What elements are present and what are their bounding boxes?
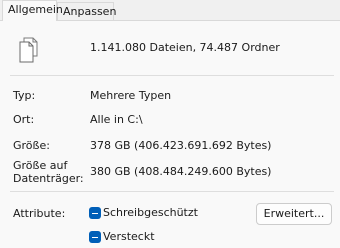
hidden-label[interactable]: Versteckt [103, 230, 155, 243]
type-label: Typ: [13, 89, 36, 102]
tab-bar: Allgemein Anpassen [0, 0, 340, 21]
disk-size-value: 380 GB (408.484.249.600 Bytes) [90, 165, 272, 178]
readonly-checkbox[interactable] [89, 207, 101, 219]
file-folder-count: 1.141.080 Dateien, 74.487 Ordner [90, 41, 280, 54]
advanced-button-label: Erweitert... [263, 207, 325, 220]
disk-size-label: Größe auf Datenträger: [13, 159, 84, 185]
disk-size-label-line2: Datenträger: [13, 172, 84, 185]
tab-allgemein-label: Allgemein [8, 3, 63, 16]
tab-anpassen-label: Anpassen [63, 5, 117, 18]
readonly-label[interactable]: Schreibgeschützt [103, 206, 198, 219]
attributes-label: Attribute: [13, 207, 66, 220]
tab-allgemein[interactable]: Allgemein [2, 0, 63, 21]
type-value: Mehrere Typen [90, 89, 172, 102]
advanced-button[interactable]: Erweitert... [256, 203, 332, 225]
divider [10, 75, 334, 76]
properties-panel: 1.141.080 Dateien, 74.487 Ordner Typ: Me… [0, 20, 340, 248]
size-value: 378 GB (406.423.691.692 Bytes) [90, 139, 272, 152]
size-label: Größe: [13, 139, 50, 152]
multiple-files-icon [19, 37, 38, 63]
location-label: Ort: [13, 113, 35, 126]
tab-anpassen[interactable]: Anpassen [57, 2, 117, 20]
hidden-checkbox[interactable] [89, 231, 101, 243]
divider [10, 191, 334, 192]
disk-size-label-line1: Größe auf [13, 159, 68, 172]
location-value: Alle in C:\ [90, 113, 143, 126]
